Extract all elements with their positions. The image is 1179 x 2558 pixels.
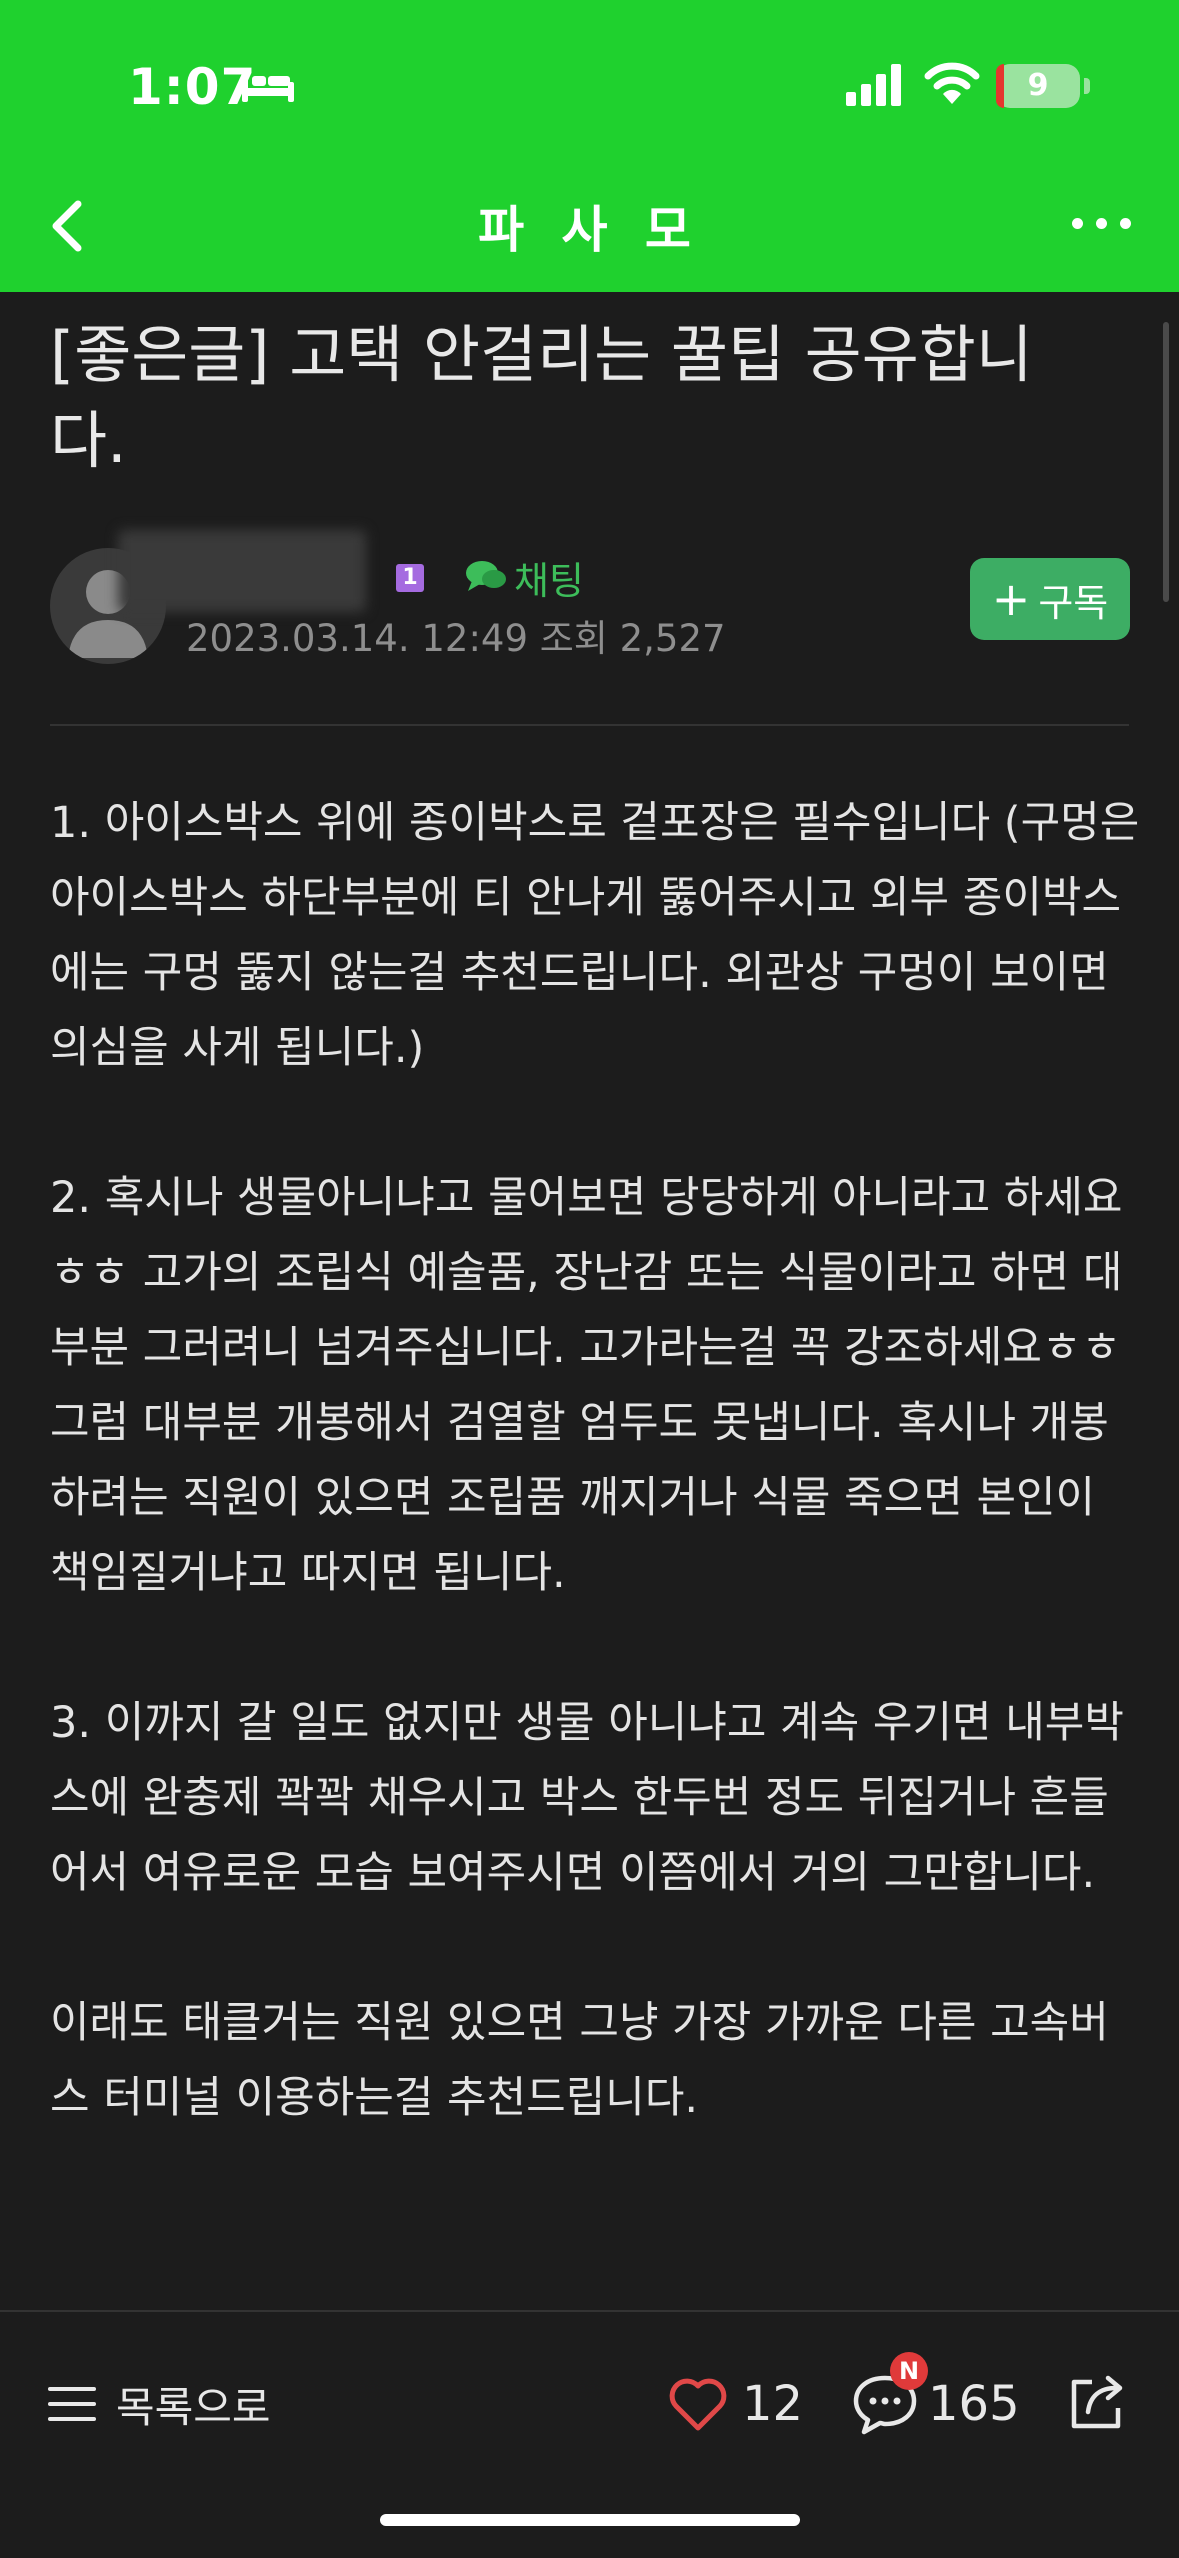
paragraph-2: 2. 혹시나 생물아니냐고 물어보면 당당하게 아니라고 하세요ㅎㅎ 고가의 조… <box>50 1173 1123 1598</box>
app-title: 파 사 모 <box>478 201 701 259</box>
bed-icon <box>242 72 294 102</box>
top-header: 1:07 9 파 사 모 <box>0 0 1179 292</box>
status-time: 1:07 <box>128 58 257 116</box>
subscribe-label: 구독 <box>1038 580 1109 625</box>
share-icon <box>1071 2375 1123 2429</box>
like-button[interactable]: 12 <box>668 2368 803 2440</box>
heart-icon <box>669 2378 727 2431</box>
scrollbar[interactable] <box>1163 322 1169 602</box>
more-dot <box>1120 218 1131 229</box>
divider <box>50 724 1129 726</box>
share-button[interactable] <box>1066 2368 1132 2434</box>
more-dot <box>1096 218 1107 229</box>
chat-link[interactable]: 채팅 <box>464 552 584 603</box>
paragraph-3: 3. 이까지 갈 일도 없지만 생물 아니냐고 계속 우기면 내부박스에 완충제… <box>50 1698 1124 1898</box>
like-count: 12 <box>742 2376 804 2432</box>
subscribe-button[interactable]: + 구독 <box>970 558 1130 640</box>
battery-level: 9 <box>1027 68 1049 103</box>
cellular-signal-icon <box>846 64 901 106</box>
post-body: 1. 아이스박스 위에 종이박스로 겉포장은 필수입니다 (구멍은 아이스박스 … <box>50 786 1140 2211</box>
post-title: [좋은글] 고택 안걸리는 꿀팁 공유합니다. <box>50 318 1033 477</box>
new-comment-badge: N <box>890 2352 928 2390</box>
chat-label: 채팅 <box>514 558 584 603</box>
more-options-button[interactable] <box>1070 212 1134 236</box>
paragraph-4: 이래도 태클거는 직원 있으면 그냥 가장 가까운 다른 고속버스 터미널 이용… <box>50 1998 1109 2123</box>
author-name-redacted[interactable] <box>118 530 366 612</box>
wifi-icon <box>924 62 980 104</box>
post-meta: 2023.03.14. 12:49 조회 2,527 <box>186 617 726 660</box>
battery-tip <box>1084 78 1090 94</box>
comment-button[interactable]: N 165 <box>852 2352 1020 2440</box>
home-indicator[interactable] <box>380 2514 800 2526</box>
more-dots-icon <box>1072 218 1083 229</box>
battery-icon: 9 <box>996 64 1080 108</box>
comment-count: 165 <box>928 2376 1020 2432</box>
hamburger-icon <box>48 2383 98 2425</box>
list-label: 목록으로 <box>116 2382 271 2432</box>
level-badge: 1 <box>396 564 424 592</box>
paragraph-1: 1. 아이스박스 위에 종이박스로 겉포장은 필수입니다 (구멍은 아이스박스 … <box>50 798 1140 1073</box>
chat-bubbles-icon <box>466 561 506 591</box>
plus-icon: + <box>991 572 1031 626</box>
back-to-list-button[interactable]: 목록으로 <box>48 2372 271 2436</box>
